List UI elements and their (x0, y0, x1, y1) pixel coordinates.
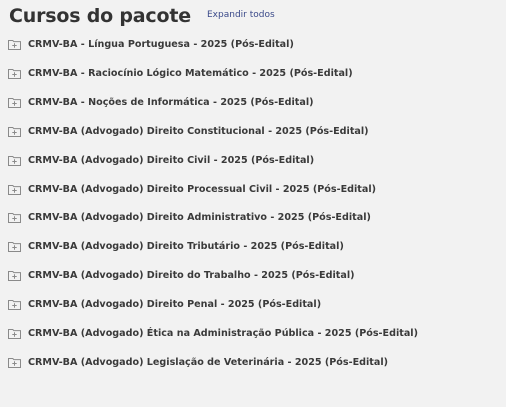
folder-plus-icon (8, 357, 21, 368)
folder-plus-icon (8, 155, 21, 166)
folder-plus-icon (8, 68, 21, 79)
course-item[interactable]: CRMV-BA (Advogado) Legislação de Veterin… (8, 354, 388, 370)
course-item[interactable]: CRMV-BA (Advogado) Direito Civil - 2025 … (8, 152, 314, 168)
course-label: CRMV-BA (Advogado) Direito Tributário - … (28, 240, 344, 252)
course-item[interactable]: CRMV-BA (Advogado) Direito Constituciona… (8, 123, 369, 139)
course-label: CRMV-BA (Advogado) Direito Processual Ci… (28, 183, 377, 195)
course-item[interactable]: CRMV-BA (Advogado) Direito Penal - 2025 … (8, 296, 321, 312)
folder-plus-icon (8, 97, 21, 108)
folder-plus-icon (8, 212, 21, 223)
course-item[interactable]: CRMV-BA (Advogado) Direito do Trabalho -… (8, 267, 355, 283)
course-label: CRMV-BA (Advogado) Direito Administrativ… (28, 211, 371, 223)
expand-all-link[interactable]: Expandir todos (207, 10, 275, 20)
course-label: CRMV-BA - Noções de Informática - 2025 (… (28, 96, 314, 108)
folder-plus-icon (8, 299, 21, 310)
course-item[interactable]: CRMV-BA - Noções de Informática - 2025 (… (8, 94, 314, 110)
course-item[interactable]: CRMV-BA (Advogado) Direito Administrativ… (8, 209, 371, 225)
package-header: Cursos do pacote (9, 2, 191, 30)
course-item[interactable]: CRMV-BA - Raciocínio Lógico Matemático -… (8, 65, 353, 81)
course-item[interactable]: CRMV-BA (Advogado) Direito Processual Ci… (8, 181, 376, 197)
course-label: CRMV-BA (Advogado) Direito Civil - 2025 … (28, 154, 315, 166)
course-item[interactable]: CRMV-BA (Advogado) Direito Tributário - … (8, 238, 344, 254)
course-label: CRMV-BA (Advogado) Direito do Trabalho -… (28, 269, 355, 281)
course-label: CRMV-BA (Advogado) Direito Penal - 2025 … (28, 298, 322, 310)
course-label: CRMV-BA - Língua Portuguesa - 2025 (Pós-… (28, 38, 294, 50)
folder-plus-icon (8, 241, 21, 252)
folder-plus-icon (8, 39, 21, 50)
course-label: CRMV-BA (Advogado) Ética na Administraçã… (28, 327, 418, 339)
folder-plus-icon (8, 270, 21, 281)
folder-plus-icon (8, 328, 21, 339)
course-item[interactable]: CRMV-BA - Língua Portuguesa - 2025 (Pós-… (8, 36, 294, 52)
course-label: CRMV-BA (Advogado) Direito Constituciona… (28, 125, 369, 137)
folder-plus-icon (8, 126, 21, 137)
course-label: CRMV-BA - Raciocínio Lógico Matemático -… (28, 67, 353, 79)
course-label: CRMV-BA (Advogado) Legislação de Veterin… (28, 356, 389, 368)
course-item[interactable]: CRMV-BA (Advogado) Ética na Administraçã… (8, 325, 418, 341)
page-title: Cursos do pacote (9, 5, 191, 27)
folder-plus-icon (8, 184, 21, 195)
